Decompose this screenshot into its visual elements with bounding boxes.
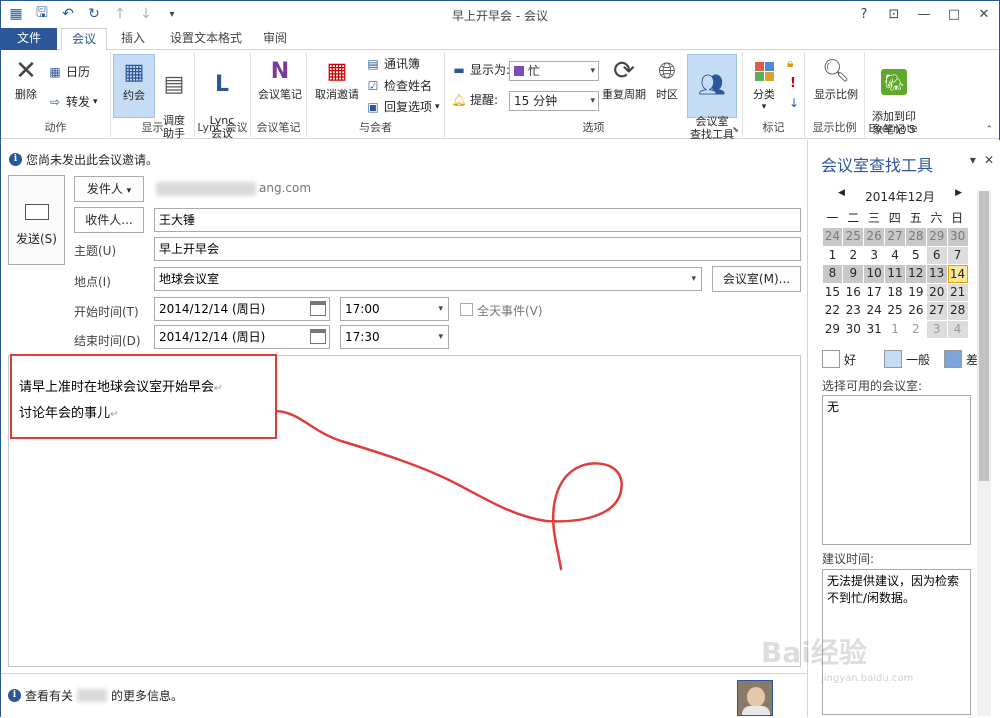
calendar-day[interactable]: 4 xyxy=(885,246,905,264)
calendar-day[interactable]: 28 xyxy=(947,302,968,320)
calendar-day[interactable]: 11 xyxy=(885,265,905,283)
watermark-logo: Bai经验 xyxy=(761,636,867,669)
weekday: 日 xyxy=(951,211,964,225)
calendar-day[interactable]: 1 xyxy=(822,246,843,264)
pane-menu-icon[interactable]: ▾ xyxy=(970,153,976,167)
calendar-day[interactable]: 29 xyxy=(822,320,843,338)
calendar-day[interactable]: 3 xyxy=(926,320,947,338)
calendar-day[interactable]: 21 xyxy=(947,283,968,301)
calendar-day[interactable]: 29 xyxy=(926,228,947,246)
available-rooms-list[interactable]: 无 xyxy=(822,395,971,545)
calendar-day[interactable]: 19 xyxy=(905,283,926,301)
calendar-day[interactable]: 6 xyxy=(926,246,947,264)
calendar-day[interactable]: 22 xyxy=(822,302,843,320)
calendar-day[interactable]: 15 xyxy=(822,283,843,301)
pane-close-icon[interactable]: ✕ xyxy=(984,153,994,167)
calendar-week: 24 25 26 27 28 29 30 xyxy=(822,228,968,247)
calendar-day[interactable]: 12 xyxy=(905,265,926,283)
info-icon: i xyxy=(8,689,21,702)
next-month-icon[interactable]: ▶ xyxy=(955,188,962,198)
weekday: 三 xyxy=(867,211,880,225)
scrollbar-thumb[interactable] xyxy=(979,191,989,481)
calendar-day[interactable]: 30 xyxy=(947,228,968,246)
calendar-week: 8 9 10 11 12 13 14 xyxy=(822,265,968,284)
pane-scrollbar[interactable] xyxy=(977,191,991,716)
calendar-day[interactable]: 8 xyxy=(822,265,843,283)
calendar-day[interactable]: 25 xyxy=(885,302,905,320)
prev-month-icon[interactable]: ◀ xyxy=(838,188,845,198)
calendar-day[interactable]: 20 xyxy=(926,283,947,301)
calendar-day[interactable]: 16 xyxy=(843,283,864,301)
calendar-week: 29 30 31 1 2 3 4 xyxy=(822,320,968,339)
redacted-name xyxy=(77,689,108,702)
weekday: 五 xyxy=(909,211,922,225)
calendar-day[interactable]: 1 xyxy=(885,320,905,338)
people-pane-bar: i 查看有关 的更多信息。 xyxy=(1,673,807,717)
calendar-week: 15 16 17 18 19 20 21 xyxy=(822,283,968,302)
calendar-day[interactable]: 26 xyxy=(864,228,885,246)
calendar-day[interactable]: 27 xyxy=(885,228,905,246)
calendar-day[interactable]: 17 xyxy=(864,283,885,301)
weekday: 一 xyxy=(826,211,839,225)
calendar-day[interactable]: 18 xyxy=(885,283,905,301)
calendar-day[interactable]: 13 xyxy=(926,265,947,283)
calendar-header: ◀ 2014年12月 ▶ xyxy=(830,188,970,205)
people-info: i 查看有关 的更多信息。 xyxy=(8,687,183,704)
calendar-day[interactable]: 2 xyxy=(843,246,864,264)
month-label: 2014年12月 xyxy=(865,190,935,204)
calendar-day[interactable]: 31 xyxy=(864,320,885,338)
calendar-day[interactable]: 24 xyxy=(822,228,843,246)
calendar-day[interactable]: 9 xyxy=(843,265,864,283)
weekday: 二 xyxy=(847,211,860,225)
calendar-day[interactable]: 5 xyxy=(905,246,926,264)
calendar-day[interactable]: 7 xyxy=(947,246,968,264)
calendar-day[interactable]: 28 xyxy=(905,228,926,246)
calendar-day[interactable]: 26 xyxy=(905,302,926,320)
avatar-shirt xyxy=(742,706,770,715)
calendar-day[interactable]: 10 xyxy=(864,265,885,283)
weekday-header: 一 二 三 四 五 六 日 xyxy=(822,210,968,228)
calendar-day-selected[interactable]: 14 xyxy=(947,265,968,283)
calendar-day[interactable]: 3 xyxy=(864,246,885,264)
calendar-week: 22 23 24 25 26 27 28 xyxy=(822,302,968,321)
availability-legend: 好 一般 差 xyxy=(822,350,978,368)
mini-calendar: 一 二 三 四 五 六 日 24 25 26 27 28 29 30 1 2 3 xyxy=(822,210,968,339)
calendar-day[interactable]: 2 xyxy=(905,320,926,338)
weekday: 六 xyxy=(930,211,943,225)
legend-poor-swatch xyxy=(944,350,963,368)
calendar-day[interactable]: 30 xyxy=(843,320,864,338)
available-rooms-label: 选择可用的会议室: xyxy=(822,379,923,393)
outlook-meeting-window: ▦ 🖫 ↶ ↻ ↑ ↓ ▾ 早上开早会 - 会议 ? ⊡ — □ ✕ 文件 会议… xyxy=(0,0,1000,717)
calendar-day[interactable]: 24 xyxy=(864,302,885,320)
weekday: 四 xyxy=(888,211,901,225)
legend-good-swatch xyxy=(822,350,840,368)
pane-controls: ▾ ✕ xyxy=(970,153,994,167)
watermark-url: jingyan.baidu.com xyxy=(821,673,914,684)
legend-fair-swatch xyxy=(884,350,903,368)
calendar-day[interactable]: 23 xyxy=(843,302,864,320)
avatar-face xyxy=(747,687,765,707)
avatar[interactable] xyxy=(737,680,773,716)
suggested-times-label: 建议时间: xyxy=(822,552,875,566)
pane-title: 会议室查找工具 xyxy=(821,156,934,175)
calendar-day[interactable]: 25 xyxy=(843,228,864,246)
calendar-week: 1 2 3 4 5 6 7 xyxy=(822,246,968,265)
calendar-day[interactable]: 4 xyxy=(947,320,968,338)
calendar-day[interactable]: 27 xyxy=(926,302,947,320)
